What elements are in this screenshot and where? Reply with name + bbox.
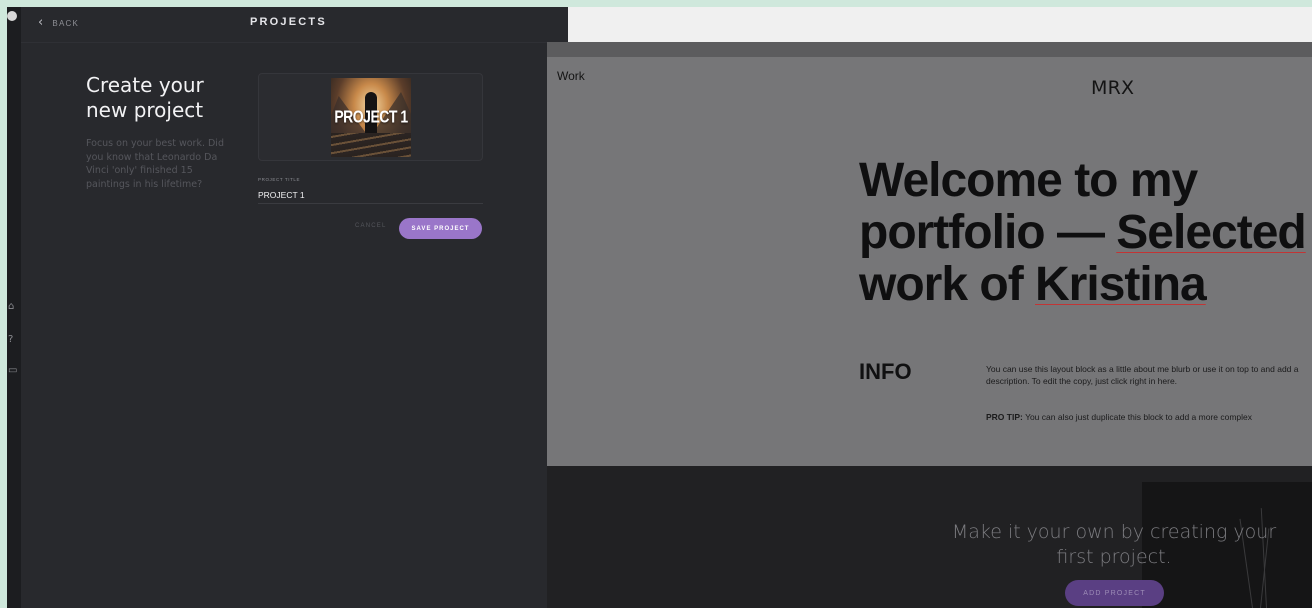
info-title[interactable]: INFO [859, 359, 912, 385]
hero-line-1: Welcome to my [859, 154, 1198, 207]
site-logo[interactable]: MRX [1091, 77, 1134, 99]
hero-line-2a: portfolio — [859, 206, 1117, 259]
hero-line-3b: Kristina [1035, 258, 1207, 311]
create-project-panel: ‹ BACK PROJECTS Create your new project … [21, 7, 568, 608]
panel-title: PROJECTS [250, 16, 327, 28]
document-icon[interactable]: ▭ [8, 365, 17, 376]
panel-top-extension [547, 7, 568, 42]
project-title-label: PROJECT TITLE [258, 177, 301, 182]
preview-cta-section: Make it your own by creating your first … [547, 466, 1312, 608]
cta-text: Make it your own by creating your first … [951, 521, 1277, 568]
save-project-button[interactable]: SAVE PROJECT [399, 218, 482, 239]
info-body[interactable]: You can use this layout block as a littl… [986, 363, 1312, 387]
panel-header: ‹ BACK PROJECTS [21, 7, 568, 43]
preview-strip [547, 42, 1312, 57]
pro-tip-text: You can also just duplicate this block t… [1025, 412, 1253, 422]
cancel-button[interactable]: CANCEL [355, 223, 387, 229]
cover-thumbnail[interactable]: PROJECT 1 [331, 78, 411, 157]
add-project-button[interactable]: ADD PROJECT [1065, 580, 1164, 606]
create-subtext: Focus on your best work. Did you know th… [86, 138, 224, 190]
avatar-icon[interactable] [7, 11, 17, 21]
water [331, 133, 411, 157]
gift-icon[interactable]: ⌂ [8, 301, 17, 312]
project-title-input[interactable] [258, 186, 483, 204]
chevron-left-icon: ‹ [38, 15, 45, 30]
nav-work-link[interactable]: Work [557, 69, 585, 83]
pro-tip[interactable]: PRO TIP: You can also just duplicate thi… [986, 412, 1312, 422]
hero-line-2b: Selected [1116, 206, 1306, 259]
back-button[interactable]: ‹ BACK [38, 15, 79, 30]
hero-heading[interactable]: Welcome to my portfolio — Selected work … [859, 155, 1312, 311]
cover-image-dropzone[interactable]: PROJECT 1 [258, 73, 483, 161]
hero-line-3a: work of [859, 258, 1036, 311]
back-label: BACK [52, 18, 79, 28]
preview-topbar [568, 7, 1312, 42]
create-heading: Create your new project [86, 73, 204, 122]
thumbnail-title: PROJECT 1 [334, 106, 408, 126]
portfolio-preview: Work MRX Welcome to my portfolio — Selec… [547, 57, 1312, 466]
help-icon[interactable]: ? [8, 334, 17, 345]
left-rail: ⌂ ? ▭ [7, 7, 21, 608]
pro-tip-label: PRO TIP: [986, 412, 1023, 422]
